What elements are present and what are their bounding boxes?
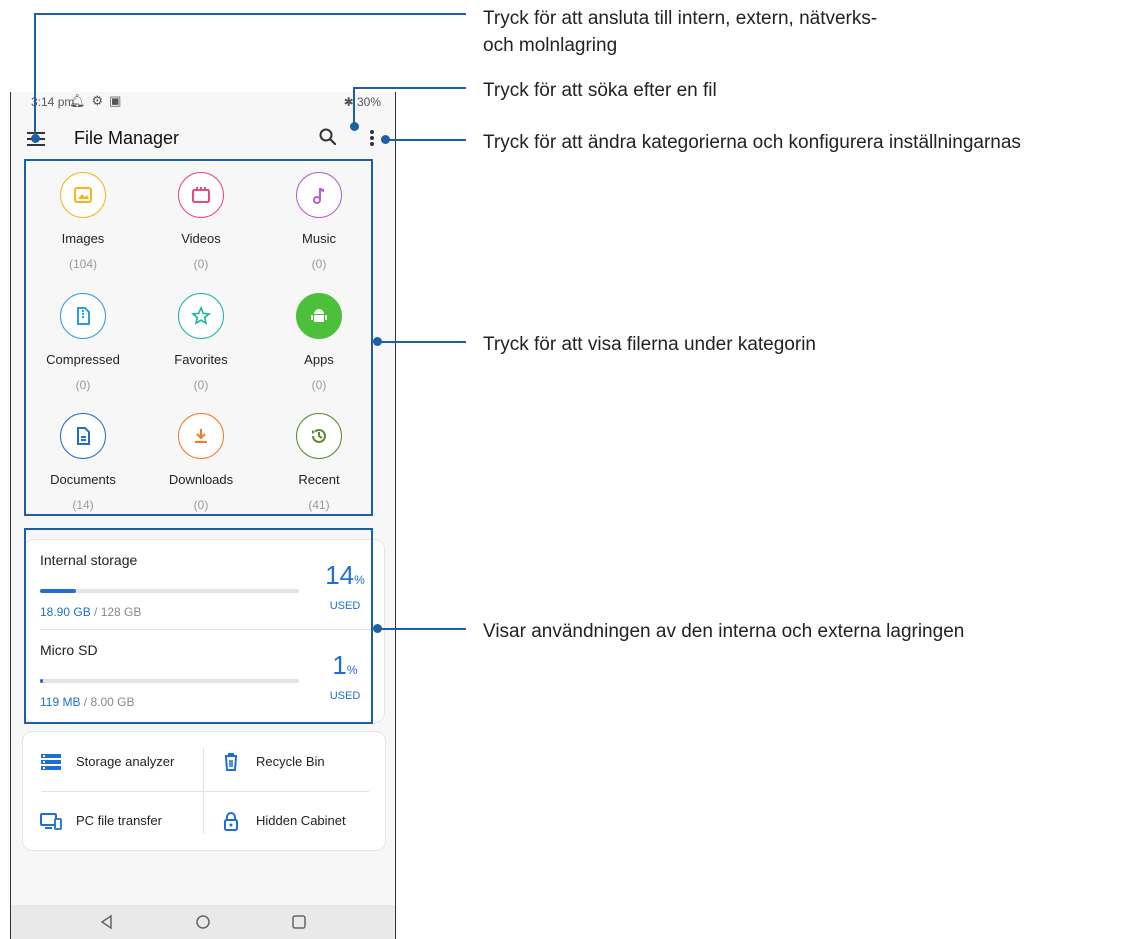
callout-line-menu-horizontal: [34, 13, 466, 15]
status-battery: ✱ 30%: [343, 95, 381, 109]
storage-analyzer-icon: [41, 754, 61, 770]
callout-dot-menu: [31, 134, 40, 143]
status-time: 3:14 pm: [31, 95, 75, 109]
app-title: File Manager: [74, 128, 180, 148]
callout-line-menu-vertical: [34, 14, 36, 138]
callout-line-search-vertical: [353, 88, 355, 126]
more-options-icon[interactable]: [369, 130, 375, 148]
categories-highlight-box: [24, 159, 373, 516]
callout-storage-text: Visar användningen av den interna och ex…: [483, 621, 965, 642]
lock-icon: [224, 812, 238, 831]
callout-line-storage: [380, 628, 466, 630]
battery-level: 30%: [356, 95, 381, 109]
callout-menu-line2: och molnlagring: [483, 35, 618, 56]
callout-menu-line1: Tryck för att ansluta till intern, exter…: [483, 8, 878, 29]
callout-line-more: [388, 139, 466, 141]
callout-dot-storage: [373, 624, 382, 633]
trash-icon: [225, 753, 237, 771]
search-icon[interactable]: [318, 127, 338, 147]
tool-label: Storage analyzer: [76, 754, 175, 769]
callout-dot-categories: [373, 337, 382, 346]
callout-search-text: Tryck för att söka efter en fil: [483, 80, 717, 101]
navigation-bar: [11, 905, 395, 939]
callout-line-search-horizontal: [353, 87, 466, 89]
callout-dot-more: [381, 135, 390, 144]
tool-label: Recycle Bin: [256, 754, 325, 769]
tools-card: Storage analyzer Recycle Bin PC file tra…: [22, 731, 386, 851]
status-bar: 3:14 pm 🔔︎⚙▣ ✱ 30%: [11, 92, 395, 114]
callout-line-categories: [380, 341, 466, 343]
callout-menu-text: Tryck för att ansluta till intern, exter…: [483, 5, 877, 59]
tool-label: Hidden Cabinet: [256, 813, 346, 828]
divider: [41, 791, 369, 792]
callout-categories-text: Tryck för att visa filerna under kategor…: [483, 334, 816, 355]
status-notification-icons: 🔔︎⚙▣: [69, 93, 128, 108]
back-icon[interactable]: [98, 913, 116, 931]
callout-dot-search: [350, 122, 359, 131]
recent-apps-icon[interactable]: [290, 913, 308, 931]
pc-transfer-icon: [40, 813, 62, 830]
tool-label: PC file transfer: [76, 813, 162, 828]
storage-highlight-box: [24, 528, 373, 724]
home-icon[interactable]: [194, 913, 212, 931]
callout-more-text: Tryck för att ändra kategorierna och kon…: [483, 132, 1021, 153]
